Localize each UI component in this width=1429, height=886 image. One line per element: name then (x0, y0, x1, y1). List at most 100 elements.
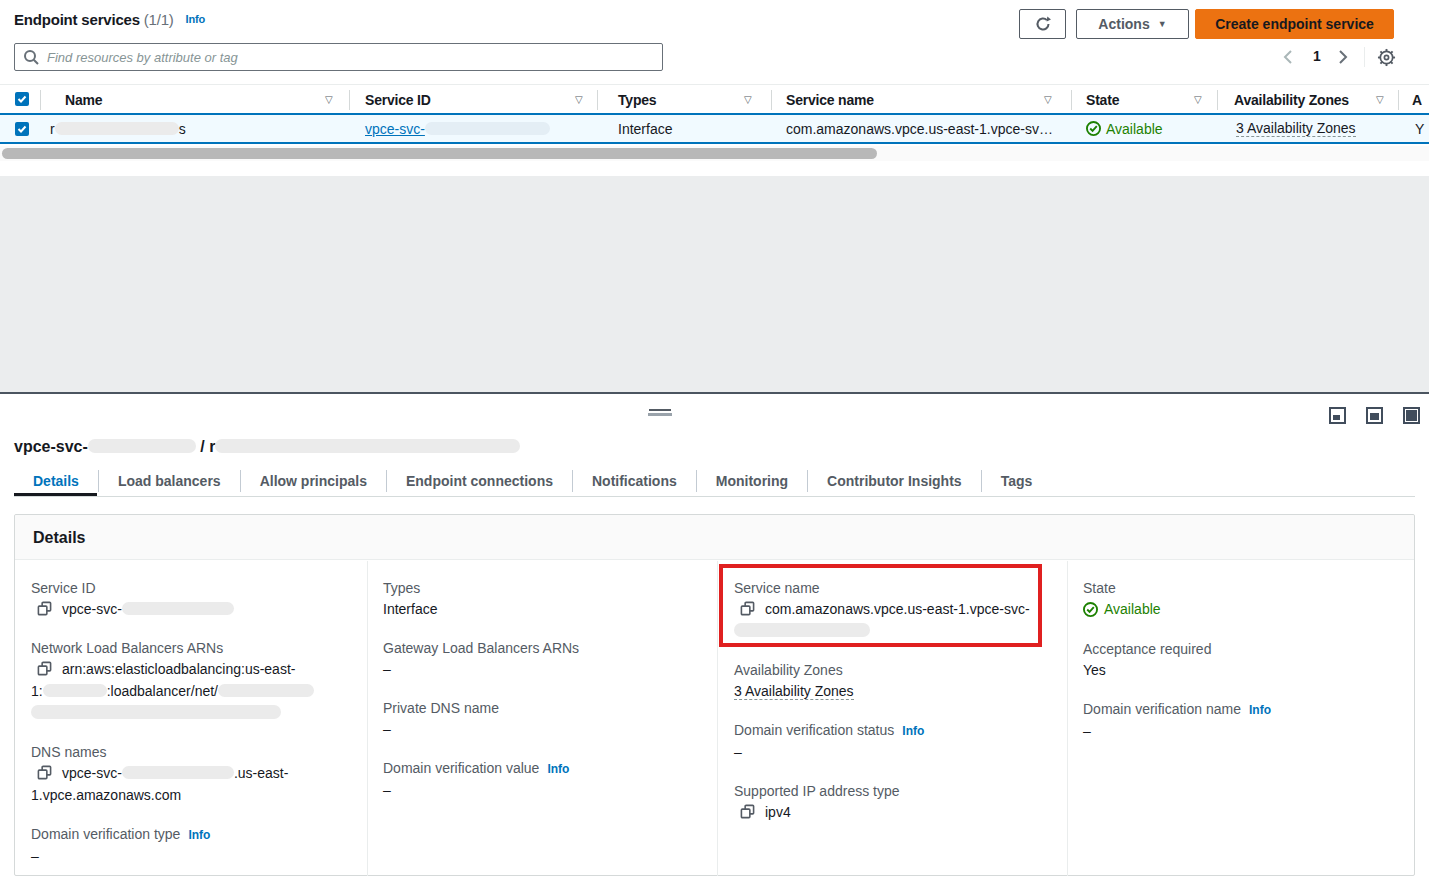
info-link[interactable]: Info (186, 13, 205, 25)
divider (367, 561, 368, 876)
copy-icon[interactable] (37, 600, 52, 615)
field-private-dns-name: Private DNS name – (383, 698, 701, 740)
search-input[interactable] (47, 50, 654, 65)
info-link[interactable]: Info (1249, 703, 1271, 717)
tab-tags[interactable]: Tags (982, 473, 1052, 489)
copy-icon[interactable] (37, 764, 52, 779)
tab-endpoint-connections[interactable]: Endpoint connections (387, 473, 572, 489)
details-heading: Details (33, 529, 85, 546)
scrollbar-thumb[interactable] (2, 148, 877, 159)
column-header-availability-zones[interactable]: Availability Zones (1234, 92, 1349, 108)
divider (597, 90, 598, 110)
tab-details[interactable]: Details (14, 473, 98, 489)
cell-clipped: Y (1415, 121, 1424, 137)
redacted (55, 122, 179, 135)
sort-icon[interactable]: ▽ (325, 94, 333, 105)
copy-icon[interactable] (37, 660, 52, 675)
column-header-service-name[interactable]: Service name (786, 92, 874, 108)
panel-position-side-icon[interactable] (1403, 407, 1420, 424)
status-available-icon (1086, 121, 1101, 136)
tabs-border (14, 496, 1415, 497)
divider (1364, 47, 1365, 67)
sort-icon[interactable]: ▽ (1194, 94, 1202, 105)
create-label: Create endpoint service (1215, 16, 1374, 32)
info-link[interactable]: Info (547, 762, 569, 776)
sort-icon[interactable]: ▽ (575, 94, 583, 105)
details-card: Details Service ID vpce-svc- Network Loa… (14, 514, 1415, 876)
column-header-state[interactable]: State (1086, 92, 1119, 108)
field-domain-verification-value: Domain verification valueInfo – (383, 758, 701, 801)
redacted (425, 122, 550, 135)
select-all-checkbox[interactable] (15, 92, 29, 106)
status-available-icon (1083, 602, 1098, 617)
field-acceptance-required: Acceptance required Yes (1083, 639, 1399, 681)
divider (349, 90, 350, 110)
field-service-name: Service name com.amazonaws.vpce.us-east-… (734, 578, 1050, 642)
field-dns-names: DNS names vpce-svc-.us-east- 1.vpce.amaz… (31, 742, 361, 806)
sort-icon[interactable]: ▽ (744, 94, 752, 105)
previous-page-icon[interactable] (1283, 49, 1293, 65)
field-availability-zones: Availability Zones 3 Availability Zones (734, 660, 1050, 702)
sort-icon[interactable]: ▽ (1044, 94, 1052, 105)
copy-icon[interactable] (740, 600, 755, 615)
table-row[interactable]: rs vpce-svc- Interface com.amazonaws.vpc… (0, 113, 1429, 144)
column-header-name[interactable]: Name (65, 92, 102, 108)
refresh-icon (1035, 16, 1051, 32)
actions-button[interactable]: Actions ▼ (1076, 9, 1189, 39)
page-title-text: Endpoint services (14, 11, 140, 28)
chevron-down-icon: ▼ (1158, 19, 1167, 29)
tab-notifications[interactable]: Notifications (573, 473, 696, 489)
panel-position-bottom-icon[interactable] (1329, 407, 1346, 424)
details-column-1: Service ID vpce-svc- Network Load Balanc… (31, 578, 361, 885)
column-header-service-id[interactable]: Service ID (365, 92, 431, 108)
sort-icon[interactable]: ▽ (1376, 94, 1384, 105)
divider (1067, 561, 1068, 876)
endpoint-services-page: Endpoint services (1/1) Info Actions ▼ C… (0, 0, 1429, 886)
horizontal-scrollbar (0, 146, 1429, 161)
cell-availability-zones[interactable]: 3 Availability Zones (1236, 120, 1356, 136)
redacted (43, 684, 107, 697)
search-box[interactable] (14, 43, 663, 71)
availability-zones-link[interactable]: 3 Availability Zones (734, 683, 854, 700)
field-domain-verification-name: Domain verification nameInfo – (1083, 699, 1399, 742)
column-header-types[interactable]: Types (618, 92, 656, 108)
redacted (31, 705, 281, 719)
panel-drag-handle[interactable] (648, 413, 672, 416)
redacted (88, 439, 196, 453)
info-link[interactable]: Info (902, 724, 924, 738)
page-background (0, 176, 1429, 392)
cell-service-id-link[interactable]: vpce-svc- (365, 121, 550, 137)
actions-label: Actions (1098, 16, 1149, 32)
tab-contributor-insights[interactable]: Contributor Insights (808, 473, 981, 489)
search-icon (23, 49, 39, 65)
copy-icon[interactable] (740, 803, 755, 818)
divider (717, 561, 718, 876)
panel-position-split-icon[interactable] (1366, 407, 1383, 424)
cell-state: Available (1086, 121, 1163, 137)
field-domain-verification-status: Domain verification statusInfo – (734, 720, 1050, 763)
panel-drag-handle[interactable] (649, 409, 671, 411)
column-header-clipped[interactable]: A (1412, 92, 1422, 108)
row-checkbox[interactable] (15, 122, 29, 136)
redacted (218, 684, 314, 697)
field-supported-ip: Supported IP address type ipv4 (734, 781, 1050, 823)
info-link[interactable]: Info (188, 828, 210, 842)
details-column-2: Types Interface Gateway Load Balancers A… (383, 578, 701, 819)
field-glb-arns: Gateway Load Balancers ARNs – (383, 638, 701, 680)
redacted (734, 623, 870, 637)
create-endpoint-service-button[interactable]: Create endpoint service (1195, 9, 1394, 39)
cell-name: rs (50, 121, 186, 137)
tab-monitoring[interactable]: Monitoring (697, 473, 807, 489)
field-nlb-arns: Network Load Balancers ARNs arn:aws:elas… (31, 638, 361, 724)
details-column-3: Service name com.amazonaws.vpce.us-east-… (734, 578, 1050, 841)
page-number[interactable]: 1 (1313, 48, 1321, 64)
cell-types: Interface (618, 121, 672, 137)
cell-service-name: com.amazonaws.vpce.us-east-1.vpce-sv… (786, 121, 1053, 137)
refresh-button[interactable] (1019, 9, 1066, 39)
settings-gear-icon[interactable] (1377, 48, 1396, 67)
redacted (215, 439, 520, 453)
tab-load-balancers[interactable]: Load balancers (99, 473, 240, 489)
next-page-icon[interactable] (1338, 49, 1348, 65)
details-card-header: Details (15, 515, 1414, 560)
tab-allow-principals[interactable]: Allow principals (241, 473, 386, 489)
